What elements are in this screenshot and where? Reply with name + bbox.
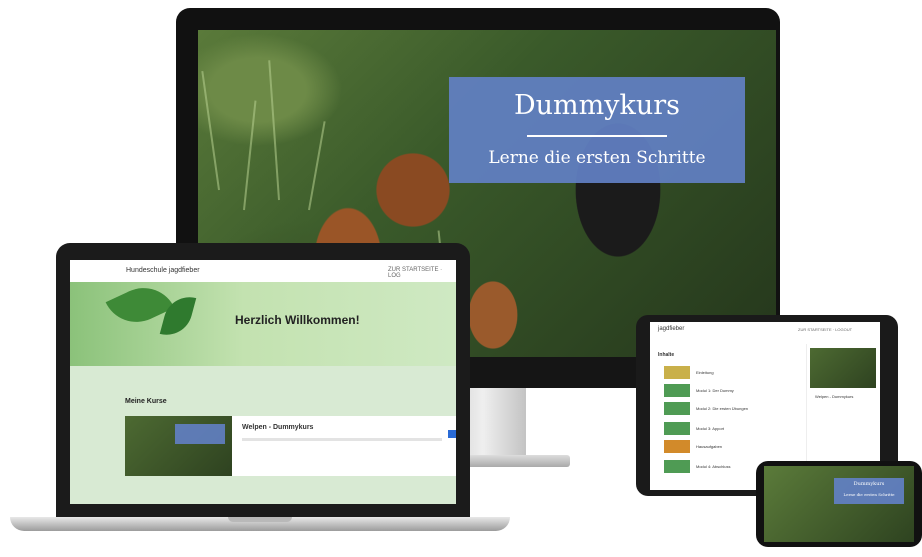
laptop-notch — [228, 517, 292, 522]
lesson-title[interactable]: Modul 1: Der Dummy — [696, 388, 734, 393]
site-brand[interactable]: jagdfieber — [658, 326, 684, 332]
course-title[interactable]: Welpen - Dummykurs — [242, 424, 313, 431]
lesson-thumbnail[interactable] — [664, 366, 690, 379]
course-card[interactable]: Welpen - Dummykurs — [232, 416, 456, 476]
hero-title: Dummykurs — [513, 90, 680, 121]
nav-links[interactable]: ZUR STARTSEITE · LOG — [388, 267, 456, 279]
lesson-title[interactable]: Modul 3: Apport — [696, 426, 724, 431]
site-brand[interactable]: Hundeschule jagdfieber — [126, 267, 200, 274]
nav-links[interactable]: ZUR STARTSEITE · LOGOUT — [798, 327, 852, 332]
lesson-title[interactable]: Modul 2: Die ersten Übungen — [696, 406, 748, 411]
hero-title: Dummykurs — [853, 481, 885, 487]
lesson-panel-title: Inhalte — [658, 352, 675, 358]
course-caption: Welpen - Dummykurs — [815, 394, 854, 399]
lesson-thumbnail[interactable] — [664, 384, 690, 397]
my-courses-heading: Meine Kurse — [125, 398, 167, 405]
course-progress-bar — [242, 438, 442, 441]
phone-screen: Dummykurs Lerne die ersten Schritte — [764, 466, 914, 542]
welcome-heading: Herzlich Willkommen! — [235, 313, 360, 327]
lesson-thumbnail[interactable] — [664, 440, 690, 453]
hero-subtitle: Lerne die ersten Schritte — [843, 492, 895, 497]
course-thumbnail[interactable] — [810, 348, 876, 388]
lesson-thumbnail[interactable] — [664, 402, 690, 415]
laptop-screen: Hundeschule jagdfieber ZUR STARTSEITE · … — [70, 260, 456, 504]
course-thumbnail[interactable] — [125, 416, 232, 476]
open-course-button[interactable] — [448, 430, 456, 438]
lesson-title[interactable]: Hausaufgaben — [696, 444, 722, 449]
laptop-navbar: Hundeschule jagdfieber ZUR STARTSEITE · … — [70, 260, 456, 282]
lesson-thumbnail[interactable] — [664, 422, 690, 435]
hero-divider — [527, 135, 667, 137]
lesson-title[interactable]: Einleitung — [696, 370, 714, 375]
hero-subtitle: Lerne die ersten Schritte — [488, 148, 706, 168]
lesson-thumbnail[interactable] — [664, 460, 690, 473]
thumbnail-title-box — [175, 424, 225, 444]
lesson-title[interactable]: Modul 4: Abschluss — [696, 464, 730, 469]
